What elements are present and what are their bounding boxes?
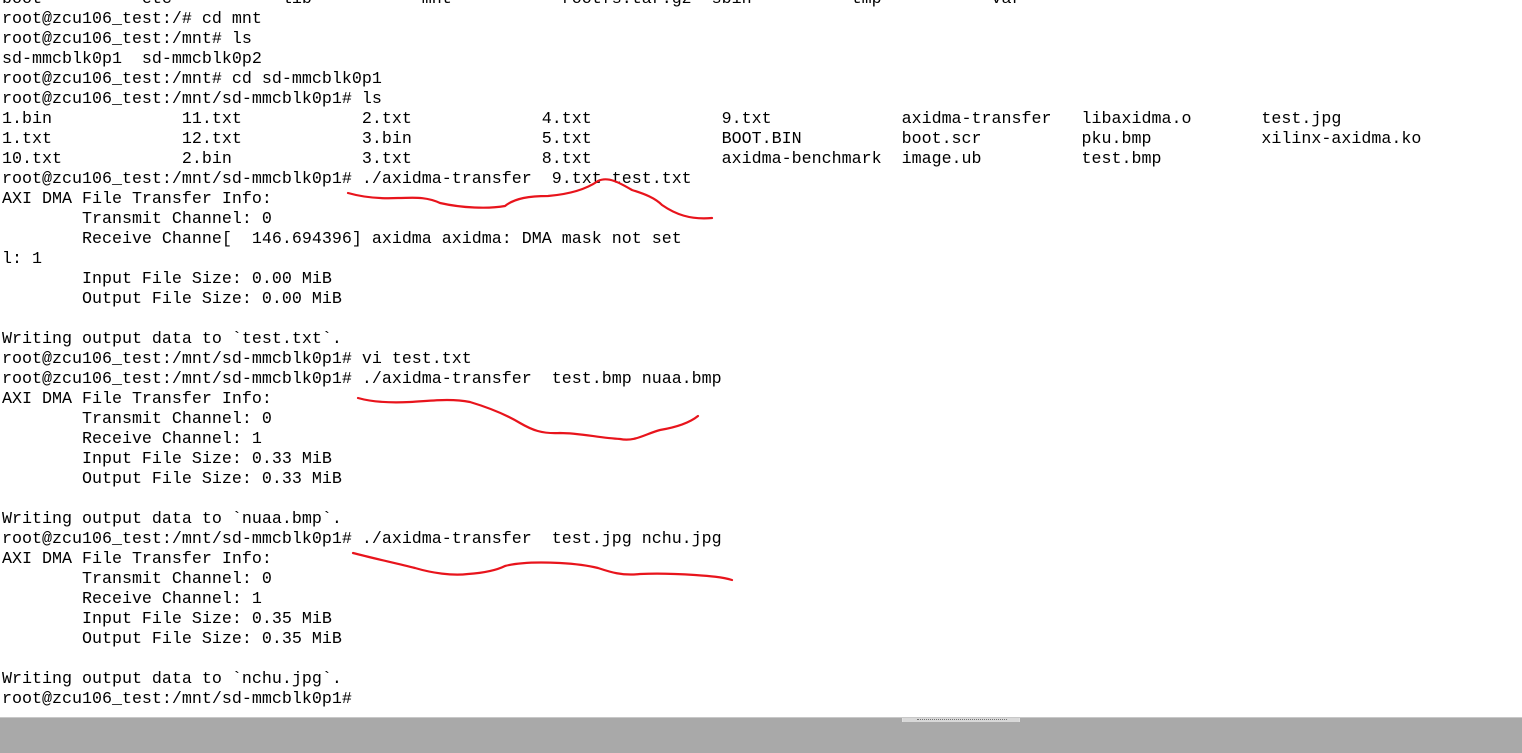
terminal-line: Transmit Channel: 0 [2, 210, 272, 229]
terminal-line: root@zcu106_test:/mnt# ls [2, 30, 252, 49]
terminal-line: root@zcu106_test:/# cd mnt [2, 10, 262, 29]
terminal-line: Writing output data to `test.txt`. [2, 330, 342, 349]
terminal-line: Transmit Channel: 0 [2, 570, 272, 589]
terminal-line: AXI DMA File Transfer Info: [2, 390, 272, 409]
terminal-prompt-line: root@zcu106_test:/mnt/sd-mmcblk0p1# [2, 690, 352, 709]
terminal-line: Output File Size: 0.35 MiB [2, 630, 342, 649]
terminal-line: sd-mmcblk0p1 sd-mmcblk0p2 [2, 50, 262, 69]
terminal-line: Input File Size: 0.35 MiB [2, 610, 332, 629]
terminal-line: Output File Size: 0.33 MiB [2, 470, 342, 489]
terminal-line: AXI DMA File Transfer Info: [2, 550, 272, 569]
terminal-line: root@zcu106_test:/mnt/sd-mmcblk0p1# vi t… [2, 350, 472, 369]
terminal-line: root@zcu106_test:/mnt/sd-mmcblk0p1# ls [2, 90, 382, 109]
status-bar [0, 717, 1522, 753]
terminal-line: Output File Size: 0.00 MiB [2, 290, 342, 309]
terminal-line: root@zcu106_test:/mnt# cd sd-mmcblk0p1 [2, 70, 382, 89]
status-bar-divider [917, 719, 1007, 720]
terminal-line: 1.txt 12.txt 3.bin 5.txt BOOT.BIN boot.s… [2, 130, 1422, 149]
terminal-line: root@zcu106_test:/mnt/sd-mmcblk0p1# ./ax… [2, 170, 692, 189]
terminal-line: Receive Channel: 1 [2, 590, 262, 609]
status-bar-segment [902, 718, 1020, 722]
terminal-line: Receive Channe[ 146.694396] axidma axidm… [2, 230, 682, 249]
terminal-line: Writing output data to `nchu.jpg`. [2, 670, 342, 689]
terminal-line: Input File Size: 0.00 MiB [2, 270, 332, 289]
terminal-window[interactable]: boot etc lib mnt rootfs.tar.gz sbin tmp … [0, 0, 1522, 717]
terminal-line: root@zcu106_test:/mnt/sd-mmcblk0p1# ./ax… [2, 370, 722, 389]
terminal-line: AXI DMA File Transfer Info: [2, 190, 272, 209]
terminal-line: Input File Size: 0.33 MiB [2, 450, 332, 469]
terminal-line: root@zcu106_test:/mnt/sd-mmcblk0p1# ./ax… [2, 530, 722, 549]
terminal-output: boot etc lib mnt rootfs.tar.gz sbin tmp … [2, 0, 1421, 710]
terminal-line: 10.txt 2.bin 3.txt 8.txt axidma-benchmar… [2, 150, 1162, 169]
terminal-line: 1.bin 11.txt 2.txt 4.txt 9.txt axidma-tr… [2, 110, 1342, 129]
terminal-line: boot etc lib mnt rootfs.tar.gz sbin tmp … [2, 0, 1421, 10]
terminal-line: Writing output data to `nuaa.bmp`. [2, 510, 342, 529]
terminal-line: l: 1 [2, 250, 42, 269]
terminal-line: Receive Channel: 1 [2, 430, 262, 449]
terminal-line: Transmit Channel: 0 [2, 410, 272, 429]
